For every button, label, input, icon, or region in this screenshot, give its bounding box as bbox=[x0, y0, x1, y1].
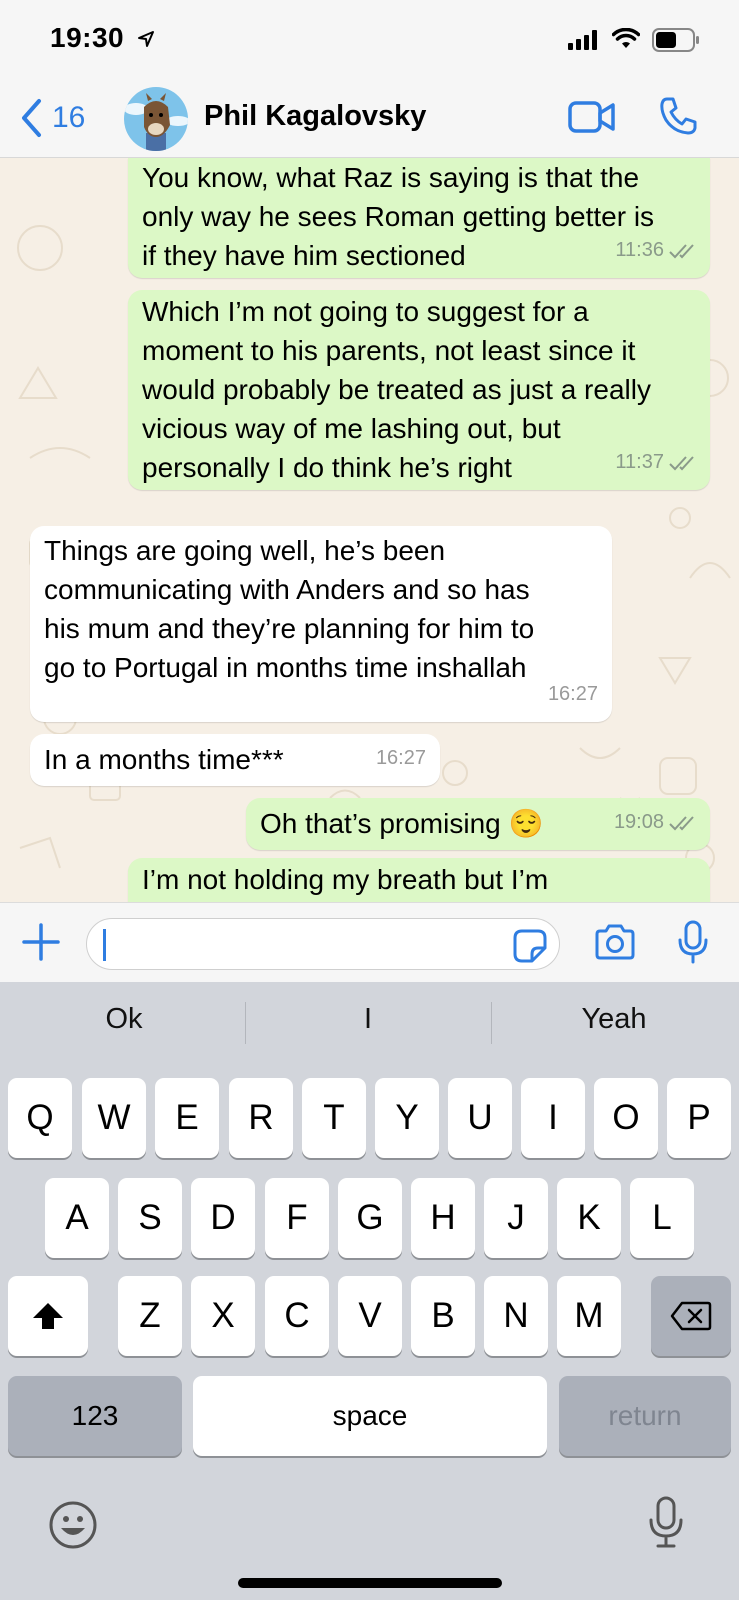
read-ticks-icon bbox=[669, 243, 694, 258]
key-e[interactable]: E bbox=[155, 1078, 219, 1158]
key-l[interactable]: L bbox=[630, 1178, 694, 1258]
key-m[interactable]: M bbox=[557, 1276, 621, 1356]
back-button[interactable]: 16 bbox=[20, 96, 85, 140]
shift-icon bbox=[33, 1303, 63, 1329]
key-b[interactable]: B bbox=[411, 1276, 475, 1356]
message-input[interactable] bbox=[86, 918, 560, 970]
message-text: I’m not holding my breath but I’m bbox=[142, 864, 549, 895]
key-o[interactable]: O bbox=[594, 1078, 658, 1158]
keyboard: Ok I Yeah Q W E R T Y U I O P A S D F G … bbox=[0, 982, 739, 1600]
key-r[interactable]: R bbox=[229, 1078, 293, 1158]
read-ticks-icon bbox=[669, 815, 694, 830]
phone-icon[interactable] bbox=[658, 96, 698, 136]
battery-icon bbox=[652, 28, 699, 52]
signal-icon bbox=[568, 30, 597, 50]
location-arrow-icon bbox=[138, 31, 154, 47]
message-text: You know, what Raz is saying is that the… bbox=[142, 162, 655, 271]
message-time: 11:37 bbox=[615, 451, 664, 473]
suggestion-2[interactable]: I bbox=[246, 994, 490, 1044]
status-time: 19:30 bbox=[50, 22, 125, 53]
key-a[interactable]: A bbox=[45, 1178, 109, 1258]
space-key[interactable]: space bbox=[193, 1376, 547, 1456]
microphone-icon[interactable] bbox=[676, 920, 710, 964]
message-time: 16:27 bbox=[375, 747, 426, 769]
message-text: In a months time*** bbox=[44, 744, 284, 775]
message-meta: 11:37 bbox=[615, 443, 696, 482]
wifi-icon bbox=[612, 28, 640, 48]
emoji-icon[interactable] bbox=[48, 1500, 98, 1550]
key-u[interactable]: U bbox=[448, 1078, 512, 1158]
key-n[interactable]: N bbox=[484, 1276, 548, 1356]
key-i[interactable]: I bbox=[521, 1078, 585, 1158]
key-x[interactable]: X bbox=[191, 1276, 255, 1356]
key-p[interactable]: P bbox=[667, 1078, 731, 1158]
chat-area[interactable]: You know, what Raz is saying is that the… bbox=[0, 158, 739, 902]
return-key[interactable]: return bbox=[559, 1376, 731, 1456]
sticker-icon[interactable] bbox=[512, 928, 548, 964]
key-y[interactable]: Y bbox=[375, 1078, 439, 1158]
message-time: 19:08 bbox=[613, 811, 664, 833]
camera-icon[interactable] bbox=[594, 924, 636, 960]
key-h[interactable]: H bbox=[411, 1178, 475, 1258]
key-z[interactable]: Z bbox=[118, 1276, 182, 1356]
read-ticks-icon bbox=[669, 455, 694, 470]
message-bubble-outgoing[interactable]: Oh that’s promising 😌 19:08 bbox=[246, 798, 710, 850]
message-meta: 16:27 bbox=[548, 675, 598, 714]
message-bubble-incoming[interactable]: Things are going well, he’s been communi… bbox=[30, 526, 612, 722]
key-g[interactable]: G bbox=[338, 1178, 402, 1258]
message-bubble-outgoing[interactable]: I’m not holding my breath but I’m bbox=[128, 858, 710, 902]
key-q[interactable]: Q bbox=[8, 1078, 72, 1158]
message-text: Things are going well, he’s been communi… bbox=[44, 535, 535, 683]
key-s[interactable]: S bbox=[118, 1178, 182, 1258]
dictation-icon[interactable] bbox=[648, 1496, 684, 1548]
numbers-key[interactable]: 123 bbox=[8, 1376, 182, 1456]
key-d[interactable]: D bbox=[191, 1178, 255, 1258]
message-bubble-outgoing[interactable]: You know, what Raz is saying is that the… bbox=[128, 158, 710, 278]
suggestion-3[interactable]: Yeah bbox=[492, 994, 736, 1044]
key-f[interactable]: F bbox=[265, 1178, 329, 1258]
key-t[interactable]: T bbox=[302, 1078, 366, 1158]
chat-header: 16 Phil Kagalovsky bbox=[0, 80, 739, 158]
avatar[interactable] bbox=[124, 87, 188, 151]
message-text: Which I’m not going to suggest for a mom… bbox=[142, 296, 651, 483]
key-v[interactable]: V bbox=[338, 1276, 402, 1356]
video-call-icon[interactable] bbox=[568, 100, 616, 134]
contact-name[interactable]: Phil Kagalovsky bbox=[204, 100, 426, 133]
message-bubble-incoming[interactable]: In a months time*** 16:27 bbox=[30, 734, 440, 786]
message-meta: 16:27 bbox=[376, 739, 426, 778]
backspace-key[interactable] bbox=[651, 1276, 731, 1356]
plus-icon[interactable] bbox=[22, 923, 60, 961]
suggestion-1[interactable]: Ok bbox=[2, 994, 246, 1044]
home-indicator[interactable] bbox=[238, 1578, 502, 1588]
message-meta: 19:08 bbox=[614, 803, 696, 842]
message-time: 16:27 bbox=[547, 683, 598, 705]
text-cursor bbox=[103, 929, 106, 961]
key-k[interactable]: K bbox=[557, 1178, 621, 1258]
status-bar: 19:30 bbox=[0, 0, 739, 80]
backspace-icon bbox=[670, 1301, 712, 1331]
message-meta: 11:36 bbox=[615, 231, 696, 270]
key-j[interactable]: J bbox=[484, 1178, 548, 1258]
message-time: 11:36 bbox=[615, 239, 664, 261]
suggestion-bar: Ok I Yeah bbox=[0, 982, 739, 1056]
shift-key[interactable] bbox=[8, 1276, 88, 1356]
message-bubble-outgoing[interactable]: Which I’m not going to suggest for a mom… bbox=[128, 290, 710, 490]
key-c[interactable]: C bbox=[265, 1276, 329, 1356]
chevron-left-icon bbox=[22, 99, 41, 137]
unread-count: 16 bbox=[52, 101, 86, 134]
key-w[interactable]: W bbox=[82, 1078, 146, 1158]
